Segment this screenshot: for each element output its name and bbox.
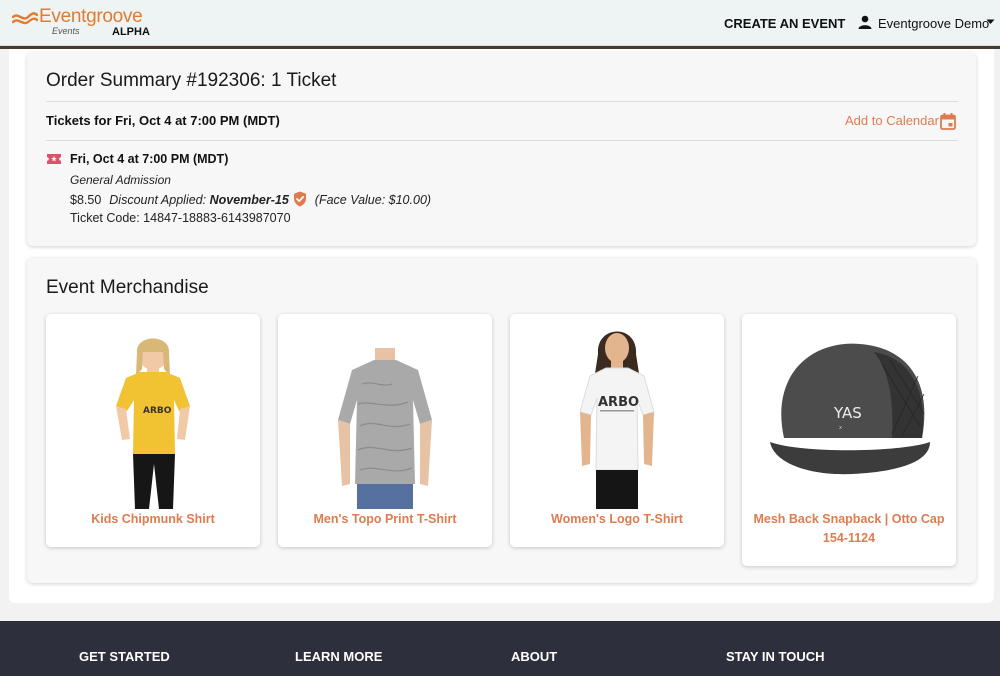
svg-text:ARBO: ARBO (143, 406, 172, 416)
ticket-code: Ticket Code: 14847-18883-6143987070 (70, 211, 291, 225)
site-footer: GET STARTED LEARN MORE ABOUT STAY IN TOU… (0, 621, 1000, 676)
merchandise-title: Event Merchandise (46, 277, 209, 298)
svg-text:x: x (839, 425, 842, 431)
ticket-date: Fri, Oct 4 at 7:00 PM (MDT) (70, 152, 229, 166)
create-event-link[interactable]: CREATE AN EVENT (724, 16, 845, 31)
svg-text:ARBO: ARBO (598, 395, 639, 410)
product-name[interactable]: Women's Logo T-Shirt (516, 510, 718, 529)
logo-subtitle: Events (52, 26, 80, 36)
footer-learn-more: LEARN MORE (295, 649, 383, 664)
product-card[interactable]: ARBO Women's Logo T-Shirt (510, 314, 724, 547)
top-nav-bar: Eventgroove Events ALPHA CREATE AN EVENT… (0, 0, 1000, 46)
ticket-price: $8.50 (70, 193, 102, 207)
product-name[interactable]: Mesh Back Snapback | Otto Cap 154-1124 (748, 510, 950, 548)
order-title: Order Summary #192306: 1 Ticket (46, 70, 337, 91)
face-value: (Face Value: $10.00) (314, 193, 432, 207)
wave-logo-icon (12, 12, 38, 25)
product-card[interactable]: ARBO Kids Chipmunk Shirt (46, 314, 260, 547)
discount-label: Discount Applied: (109, 193, 210, 207)
tickets-for-heading: Tickets for Fri, Oct 4 at 7:00 PM (MDT) (46, 113, 280, 128)
divider (46, 140, 958, 141)
svg-text:YAS: YAS (833, 404, 862, 422)
product-card[interactable]: Men's Topo Print T-Shirt (278, 314, 492, 547)
caret-down-icon (986, 19, 995, 24)
user-name: Eventgroove Demo (878, 16, 990, 31)
discount-code: November-15 (209, 193, 289, 207)
ticket-icon (47, 154, 61, 164)
event-merchandise-card: Event Merchandise ARBO Kids Chipmunk Shi… (27, 258, 976, 583)
product-image[interactable] (278, 314, 492, 509)
add-to-calendar-link[interactable]: Add to Calendar (845, 113, 939, 128)
calendar-icon[interactable] (940, 113, 956, 130)
product-name[interactable]: Men's Topo Print T-Shirt (284, 510, 486, 529)
footer-get-started: GET STARTED (79, 649, 170, 664)
product-card[interactable]: YAS x Mesh Back Snapback | Otto Cap 154-… (742, 314, 956, 566)
user-icon (858, 15, 872, 29)
product-image[interactable]: ARBO (46, 314, 260, 509)
product-image[interactable]: YAS x (742, 314, 956, 509)
logo-text: Eventgroove (39, 6, 143, 27)
product-name[interactable]: Kids Chipmunk Shirt (52, 510, 254, 529)
ticket-price-line: $8.50 Discount Applied: November-15 (Face… (70, 191, 431, 207)
order-summary-card: Order Summary #192306: 1 Ticket Tickets … (27, 52, 976, 246)
divider (46, 101, 958, 102)
footer-stay-in-touch: STAY IN TOUCH (726, 649, 825, 664)
eventgroove-logo[interactable]: Eventgroove Events ALPHA (12, 6, 162, 40)
product-image[interactable]: ARBO (510, 314, 724, 509)
logo-badge: ALPHA (112, 26, 150, 38)
shield-check-icon (293, 191, 306, 207)
footer-about: ABOUT (511, 649, 558, 664)
ticket-type: General Admission (70, 173, 171, 187)
